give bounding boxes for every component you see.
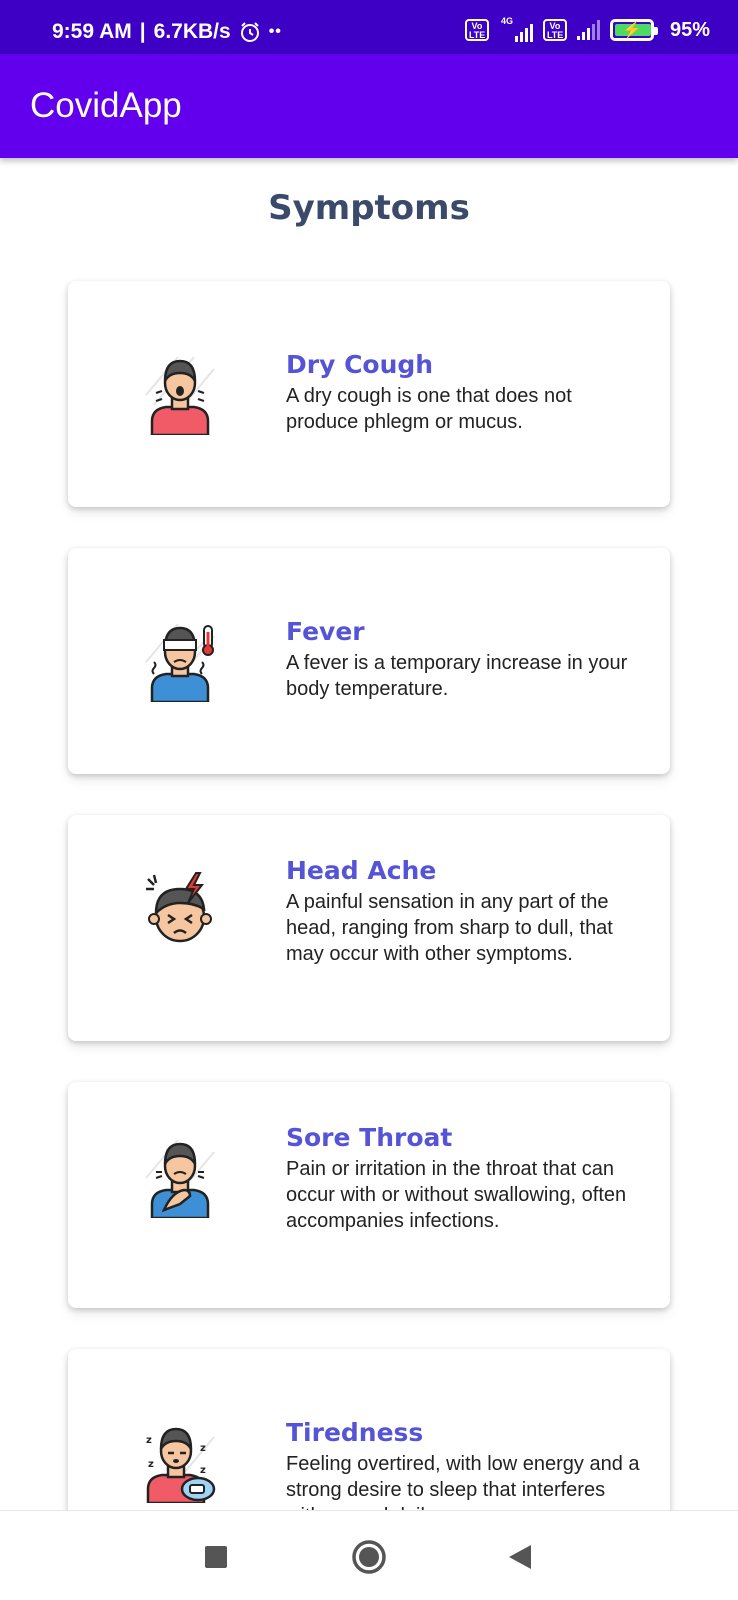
svg-text:z: z	[200, 1465, 206, 1476]
symptom-text: Dry Cough A dry cough is one that does n…	[286, 349, 640, 435]
volte-icon-2: Vo LTE	[542, 19, 567, 41]
dry-cough-icon	[145, 356, 215, 435]
fever-icon	[145, 623, 215, 702]
symptom-card-head-ache[interactable]: Head Ache A painful sensation in any par…	[68, 815, 670, 1041]
symptom-title: Sore Throat	[286, 1123, 453, 1152]
symptom-text: Head Ache A painful sensation in any par…	[286, 855, 640, 967]
battery-icon: ⚡	[609, 19, 658, 41]
network-type-label: 4G	[500, 16, 513, 26]
symptom-description: A fever is a temporary increase in your …	[286, 652, 628, 700]
symptom-title: Tiredness	[286, 1418, 424, 1447]
signal-4g-icon: 4G	[499, 16, 533, 42]
status-right: Vo LTE 4G Vo LTE ⚡ 95%	[464, 16, 710, 42]
symptom-title: Fever	[286, 617, 365, 646]
page-title: Symptoms	[268, 188, 470, 228]
volte-icon: Vo LTE	[464, 19, 489, 41]
headache-icon	[146, 872, 212, 943]
sore-throat-icon	[145, 1139, 215, 1218]
recents-button[interactable]	[192, 1533, 240, 1581]
alarm-icon	[240, 22, 259, 42]
battery-percent: 95%	[669, 18, 710, 41]
svg-text:z: z	[148, 1459, 154, 1470]
symptom-text: Fever A fever is a temporary increase in…	[286, 616, 640, 702]
svg-text:z: z	[200, 1443, 206, 1454]
signal-icon	[576, 20, 600, 40]
tiredness-icon: z z z z	[146, 1427, 216, 1503]
more-notifications-icon: ••	[268, 23, 282, 40]
symptom-text: Sore Throat Pain or irritation in the th…	[286, 1122, 640, 1234]
app-bar: CovidApp	[0, 54, 738, 158]
symptom-description: Pain or irritation in the throat that ca…	[286, 1158, 627, 1232]
back-triangle-icon	[509, 1545, 531, 1569]
svg-text:z: z	[146, 1435, 152, 1446]
status-time: 9:59 AM	[52, 20, 132, 43]
home-circle-icon	[352, 1540, 386, 1574]
home-button[interactable]	[345, 1533, 393, 1581]
symptom-description: A painful sensation in any part of the h…	[286, 891, 613, 965]
status-separator: |	[139, 20, 146, 43]
symptom-card-dry-cough[interactable]: Dry Cough A dry cough is one that does n…	[68, 281, 670, 507]
status-bar: 9:59 AM | 6.7KB/s •• Vo LTE 4G Vo LTE ⚡ 95…	[0, 0, 738, 54]
status-left: 9:59 AM | 6.7KB/s ••	[52, 20, 282, 44]
recents-square-icon	[205, 1546, 227, 1568]
symptom-card-fever[interactable]: Fever A fever is a temporary increase in…	[68, 548, 670, 774]
app-title: CovidApp	[30, 86, 182, 125]
symptom-title: Head Ache	[286, 856, 437, 885]
system-nav-bar	[0, 1510, 738, 1600]
symptom-description: A dry cough is one that does not produce…	[286, 385, 572, 433]
back-button[interactable]	[496, 1533, 544, 1581]
symptom-card-sore-throat[interactable]: Sore Throat Pain or irritation in the th…	[68, 1082, 670, 1308]
charging-bolt-icon: ⚡	[622, 22, 642, 39]
status-speed: 6.7KB/s	[153, 20, 231, 43]
symptom-title: Dry Cough	[286, 350, 434, 379]
